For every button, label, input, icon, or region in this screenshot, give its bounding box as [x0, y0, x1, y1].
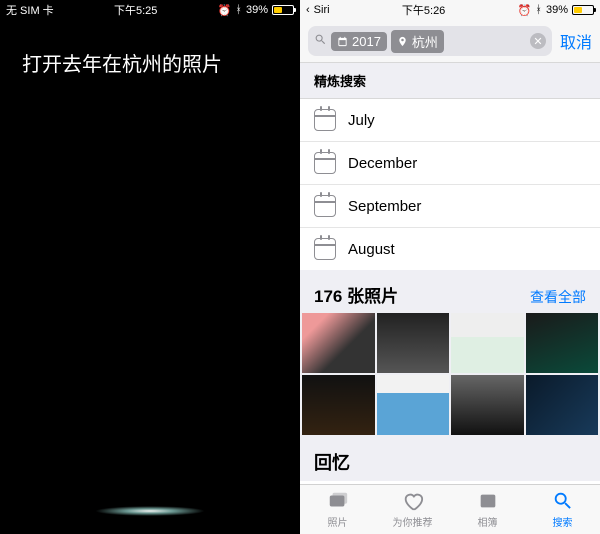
pin-icon: [397, 36, 408, 47]
photo-count-label: 176 张照片: [314, 282, 398, 307]
refine-item[interactable]: August: [300, 228, 600, 270]
bluetooth-icon: ᚼ: [235, 4, 242, 16]
refine-search-header: 精炼搜索: [300, 63, 600, 99]
photos-search-screen: ‹ Siri 下午5:26 ⏰ ᚼ 39% 2017 杭州 ✕ 取消: [300, 0, 600, 534]
results-count-row: 176 张照片 查看全部: [300, 270, 600, 313]
battery-icon: [272, 5, 294, 15]
bluetooth-icon: ᚼ: [535, 4, 542, 16]
search-bar-row: 2017 杭州 ✕ 取消: [300, 20, 600, 63]
photo-thumbnail[interactable]: [302, 313, 375, 373]
tab-search[interactable]: 搜索: [525, 485, 600, 534]
chip-label: 杭州: [412, 32, 438, 51]
refine-item-label: December: [348, 155, 417, 172]
photo-thumbnail[interactable]: [377, 375, 450, 435]
photos-icon: [326, 490, 350, 512]
tab-label: 搜索: [553, 514, 573, 529]
cancel-button[interactable]: 取消: [560, 29, 592, 53]
back-label: Siri: [314, 4, 330, 16]
tab-albums[interactable]: 相簿: [450, 485, 525, 534]
photo-grid: [300, 313, 600, 435]
siri-prompt-text: 打开去年在杭州的照片: [0, 20, 300, 105]
clear-search-icon[interactable]: ✕: [530, 33, 546, 49]
siri-screen: 无 SIM 卡 下午5:25 ⏰ ᚼ 39% 打开去年在杭州的照片: [0, 0, 300, 534]
back-to-siri[interactable]: ‹ Siri: [306, 4, 330, 16]
status-bar: ‹ Siri 下午5:26 ⏰ ᚼ 39%: [300, 0, 600, 20]
memories-header: 回忆: [300, 435, 600, 481]
refine-item-label: August: [348, 241, 395, 258]
status-time: 下午5:25: [54, 2, 218, 18]
search-input[interactable]: 2017 杭州 ✕: [308, 26, 552, 56]
carrier-label: 无 SIM 卡: [6, 2, 54, 18]
calendar-icon: [314, 152, 336, 174]
tab-label: 为你推荐: [393, 514, 433, 529]
tab-bar: 照片 为你推荐 相簿 搜索: [300, 484, 600, 534]
battery-pct: 39%: [546, 4, 568, 16]
refine-item[interactable]: July: [300, 99, 600, 142]
search-icon: [551, 490, 575, 512]
see-all-link[interactable]: 查看全部: [530, 287, 586, 307]
photo-thumbnail[interactable]: [451, 313, 524, 373]
tab-photos[interactable]: 照片: [300, 485, 375, 534]
photo-thumbnail[interactable]: [302, 375, 375, 435]
photo-thumbnail[interactable]: [526, 313, 599, 373]
photo-thumbnail[interactable]: [526, 375, 599, 435]
chevron-left-icon: ‹: [306, 4, 310, 16]
battery-pct: 39%: [246, 4, 268, 16]
calendar-icon: [314, 195, 336, 217]
search-chip-year[interactable]: 2017: [331, 32, 387, 51]
siri-wave-icon[interactable]: [95, 506, 205, 516]
status-time: 下午5:26: [330, 2, 518, 18]
search-chip-place[interactable]: 杭州: [391, 30, 444, 53]
calendar-icon: [314, 238, 336, 260]
refine-item[interactable]: September: [300, 185, 600, 228]
tab-label: 照片: [328, 514, 348, 529]
status-bar: 无 SIM 卡 下午5:25 ⏰ ᚼ 39%: [0, 0, 300, 20]
chip-label: 2017: [352, 34, 381, 49]
calendar-icon: [314, 109, 336, 131]
tab-label: 相簿: [478, 514, 498, 529]
search-icon: [314, 33, 327, 49]
refine-item-label: September: [348, 198, 421, 215]
calendar-icon: [337, 36, 348, 47]
alarm-icon: ⏰: [518, 4, 532, 17]
heart-icon: [401, 490, 425, 512]
battery-icon: [572, 5, 594, 15]
refine-item-label: July: [348, 112, 375, 129]
photo-thumbnail[interactable]: [451, 375, 524, 435]
alarm-icon: ⏰: [218, 4, 232, 17]
photo-thumbnail[interactable]: [377, 313, 450, 373]
refine-list: July December September August: [300, 99, 600, 270]
tab-foryou[interactable]: 为你推荐: [375, 485, 450, 534]
albums-icon: [476, 490, 500, 512]
refine-item[interactable]: December: [300, 142, 600, 185]
